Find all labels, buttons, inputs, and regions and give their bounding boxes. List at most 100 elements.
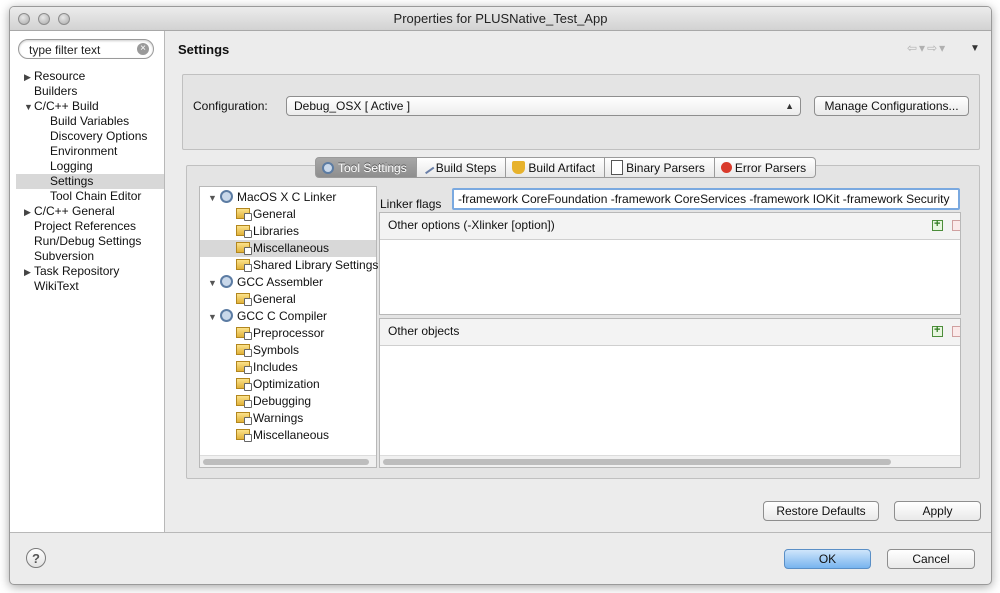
build-steps-icon — [421, 161, 435, 174]
collapse-icon[interactable]: ▼ — [208, 309, 220, 326]
binary-file-icon — [611, 160, 624, 175]
tab-tool-settings[interactable]: Tool Settings — [315, 157, 417, 178]
filter-placeholder: type filter text — [29, 43, 101, 57]
gear-icon — [322, 161, 334, 174]
collapse-icon[interactable]: ▼ — [208, 275, 220, 292]
footer-divider — [10, 532, 991, 533]
expand-icon[interactable]: ▶ — [24, 70, 34, 85]
folder-icon — [236, 293, 252, 306]
tree-item-option[interactable]: Debugging — [236, 393, 311, 410]
filter-input[interactable]: type filter text × — [18, 39, 154, 59]
folder-icon — [236, 429, 252, 442]
sidebar-item-build-variables[interactable]: Build Variables — [16, 114, 164, 129]
properties-window: Properties for PLUSNative_Test_App type … — [9, 6, 992, 585]
collapse-icon[interactable]: ▼ — [208, 190, 220, 207]
tree-item-option[interactable]: Miscellaneous — [236, 427, 329, 444]
tab-build-artifact[interactable]: Build Artifact — [506, 157, 606, 178]
folder-icon — [236, 378, 252, 391]
linker-flags-label: Linker flags — [380, 197, 442, 211]
tree-item-option[interactable]: General — [236, 291, 296, 308]
sidebar-item-wikitext[interactable]: WikiText — [16, 279, 164, 294]
manage-configurations-button[interactable]: Manage Configurations... — [814, 96, 969, 116]
options-horizontal-scrollbar[interactable] — [380, 455, 960, 467]
tree-horizontal-scrollbar[interactable] — [200, 455, 376, 467]
restore-defaults-button[interactable]: Restore Defaults — [763, 501, 879, 521]
error-icon — [720, 162, 732, 173]
configuration-label: Configuration: — [193, 99, 268, 113]
tree-item-option[interactable]: Shared Library Settings — [236, 257, 378, 274]
tree-item-tool[interactable]: ▼ MacOS X C Linker — [208, 189, 376, 206]
tab-error-parsers[interactable]: Error Parsers — [714, 157, 817, 178]
gear-icon — [220, 309, 233, 322]
updown-icon: ▲ — [785, 101, 794, 111]
page-title: Settings — [178, 42, 230, 57]
other-options-panel: Other options (-Xlinker [option]) — [379, 212, 961, 315]
folder-icon — [236, 242, 252, 255]
tree-item-option[interactable]: General — [236, 206, 296, 223]
sidebar-item-resource[interactable]: ▶ Resource — [16, 69, 164, 84]
delete-option-icon[interactable] — [952, 220, 960, 231]
folder-icon — [236, 412, 252, 425]
trophy-icon — [512, 161, 526, 174]
folder-icon — [236, 259, 252, 272]
scroll-thumb[interactable] — [203, 459, 369, 465]
folder-icon — [236, 344, 252, 357]
sidebar-item-run-debug-settings[interactable]: Run/Debug Settings — [16, 234, 164, 249]
cancel-button[interactable]: Cancel — [887, 549, 975, 569]
expand-icon[interactable]: ▶ — [24, 265, 34, 280]
back-forward-icons[interactable]: ⇦▾⇨▾ — [907, 41, 947, 55]
tree-item-tool[interactable]: ▼ GCC C Compiler — [208, 308, 327, 325]
tree-item-option[interactable]: Preprocessor — [236, 325, 324, 342]
sidebar-item-cpp-build[interactable]: ▼C/C++ Build — [16, 99, 164, 114]
gear-icon — [220, 275, 233, 288]
sidebar-item-logging[interactable]: Logging — [16, 159, 164, 174]
collapse-icon[interactable]: ▼ — [24, 100, 34, 115]
linker-flags-input[interactable]: -framework CoreFoundation -framework Cor… — [452, 188, 960, 210]
scroll-thumb[interactable] — [383, 459, 891, 465]
other-options-label: Other options (-Xlinker [option]) — [380, 213, 960, 240]
tree-item-option[interactable]: Optimization — [236, 376, 320, 393]
sidebar: type filter text × ▶ Resource Builders ▼C… — [10, 31, 165, 532]
tree-item-tool[interactable]: ▼ GCC Assembler — [208, 274, 323, 291]
tree-item-option[interactable]: Libraries — [236, 223, 299, 240]
add-object-icon[interactable] — [932, 324, 943, 337]
title-bar: Properties for PLUSNative_Test_App — [10, 7, 991, 31]
sidebar-item-settings[interactable]: Settings — [16, 174, 164, 189]
gear-icon — [220, 190, 233, 203]
folder-icon — [236, 361, 252, 374]
tree-item-option-selected[interactable]: Miscellaneous — [200, 240, 376, 257]
apply-button[interactable]: Apply — [894, 501, 981, 521]
ok-button[interactable]: OK — [784, 549, 871, 569]
tab-build-steps[interactable]: Build Steps — [416, 157, 507, 178]
tree-item-option[interactable]: Warnings — [236, 410, 303, 427]
clear-filter-icon[interactable]: × — [137, 43, 149, 55]
folder-icon — [236, 225, 252, 238]
tab-binary-parsers[interactable]: Binary Parsers — [605, 157, 715, 178]
help-button[interactable]: ? — [26, 548, 46, 568]
tool-tree: ▼ MacOS X C Linker General Libraries Misc… — [199, 186, 378, 468]
sidebar-item-cpp-general[interactable]: ▶ C/C++ General — [16, 204, 164, 219]
window-title: Properties for PLUSNative_Test_App — [393, 11, 608, 26]
other-objects-panel: Other objects — [379, 318, 961, 468]
sidebar-item-builders[interactable]: Builders — [16, 84, 164, 99]
sidebar-item-discovery-options[interactable]: Discovery Options — [16, 129, 164, 144]
sidebar-item-task-repository[interactable]: ▶ Task Repository — [16, 264, 164, 279]
expand-icon[interactable]: ▶ — [24, 205, 34, 220]
sidebar-item-project-references[interactable]: Project References — [16, 219, 164, 234]
folder-icon — [236, 327, 252, 340]
tree-item-option[interactable]: Includes — [236, 359, 298, 376]
delete-object-icon[interactable] — [952, 326, 960, 337]
sidebar-tree: ▶ Resource Builders ▼C/C++ Build Build Va… — [16, 69, 164, 294]
add-option-icon[interactable] — [932, 218, 943, 231]
settings-tabs: Tool Settings Build Steps Build Artifact… — [315, 157, 817, 178]
view-menu-icon[interactable]: ▼ — [970, 43, 980, 54]
tree-item-option[interactable]: Symbols — [236, 342, 299, 359]
other-objects-label: Other objects — [380, 319, 960, 346]
sidebar-item-environment[interactable]: Environment — [16, 144, 164, 159]
folder-icon — [236, 395, 252, 408]
configuration-group: Configuration: Debug_OSX [ Active ] ▲ Ma… — [182, 74, 980, 150]
configuration-select[interactable]: Debug_OSX [ Active ] ▲ — [286, 96, 801, 116]
sidebar-item-tool-chain-editor[interactable]: Tool Chain Editor — [16, 189, 164, 204]
sidebar-item-subversion[interactable]: Subversion — [16, 249, 164, 264]
folder-icon — [236, 208, 252, 221]
